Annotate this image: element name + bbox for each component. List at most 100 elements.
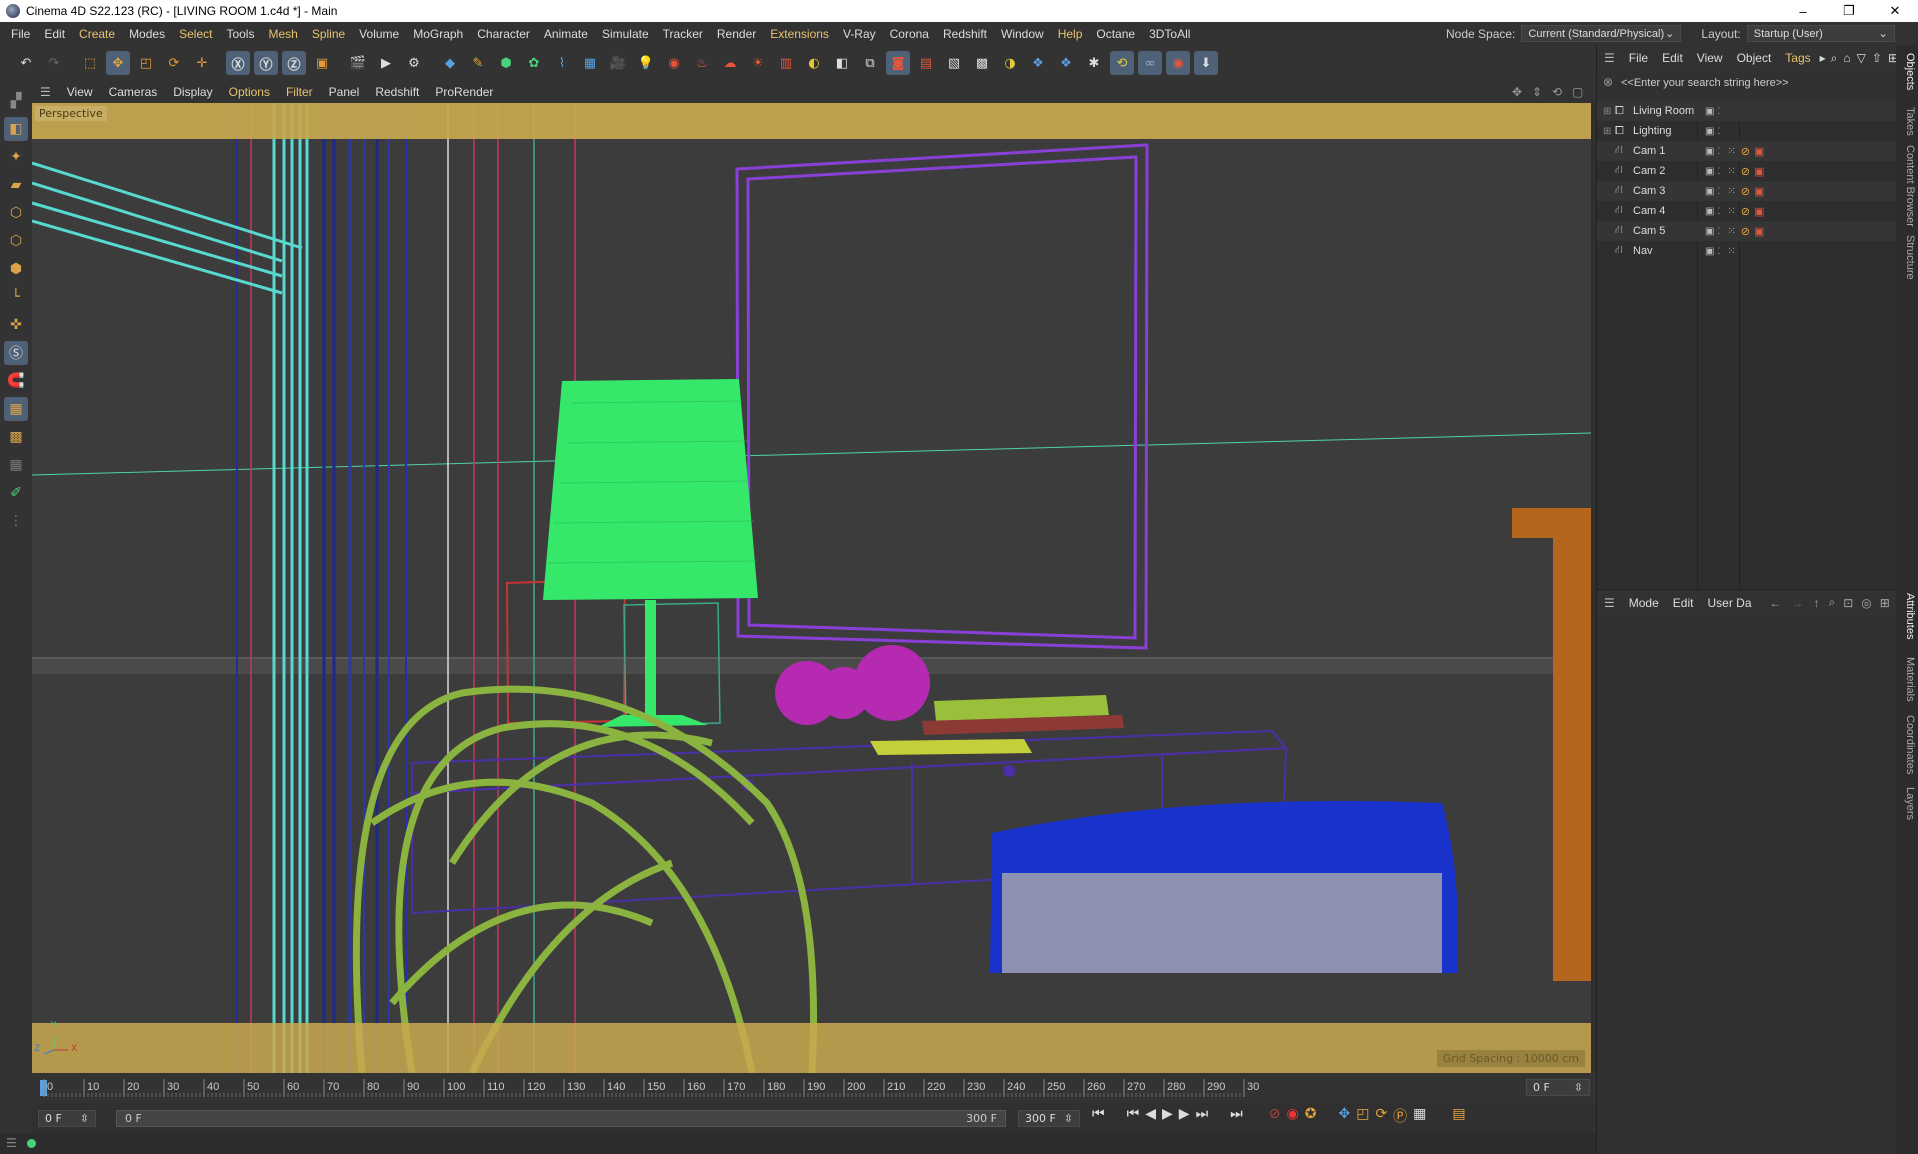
texture-mode-icon[interactable]: ✦ [4,145,28,169]
object-row[interactable]: ⛙ Cam 5 ▣ ⁚ ⁙ ⊘ ▣ [1597,221,1897,241]
cloner-icon[interactable]: ✿ [522,51,546,75]
visibility-dots-icon[interactable]: ⁚ [1717,107,1720,116]
object-name[interactable]: Cam 1 [1633,145,1699,157]
menu-window[interactable]: Window [994,27,1051,41]
pen-spline-icon[interactable]: ✎ [466,51,490,75]
menu-tracker[interactable]: Tracker [656,27,710,41]
next-frame-icon[interactable]: ▶ [1179,1106,1190,1126]
render-settings-icon[interactable]: ⚙ [402,51,426,75]
max-frame-field[interactable]: 300 F ⇳ [1018,1110,1080,1127]
protection-tag-icon[interactable]: ⊘ [1741,225,1750,238]
object-search-input[interactable] [1621,77,1861,89]
expand-icon[interactable]: ⊞ [1603,106,1611,117]
viewport-menu-prorender[interactable]: ProRender [427,85,501,99]
object-name[interactable]: Cam 4 [1633,205,1699,217]
goto-end-icon[interactable]: ⏭ [1230,1106,1243,1126]
attributes-menu-edit[interactable]: Edit [1666,596,1701,610]
layer-icon[interactable]: ▣ [1705,206,1714,217]
object-name[interactable]: Cam 3 [1633,185,1699,197]
viewport-menu-filter[interactable]: Filter [278,85,321,99]
search-icon[interactable]: ⌕ [1828,51,1841,66]
object-row[interactable]: ⛙ Cam 1 ▣ ⁚ ⁙ ⊘ ▣ [1597,141,1897,161]
polygons-mode-icon[interactable]: ⬢ [4,257,28,281]
record-plugin-icon[interactable]: ◉ [1166,51,1190,75]
grid-icon[interactable]: ▦ [4,453,28,477]
tweak-mode-icon[interactable]: ✜ [4,313,28,337]
viewport-rotate-icon[interactable]: ⟲ [1552,85,1562,99]
redshift-sky-icon[interactable]: ☁ [718,51,742,75]
frame-range-slider[interactable]: 0 F 300 F [116,1110,1006,1127]
tab-content-browser[interactable]: Content Browser [1898,145,1916,227]
layer-icon[interactable]: ▣ [1705,246,1714,257]
back-arrow-icon[interactable]: ← [1765,596,1787,610]
object-row[interactable]: ⊞ ⧠ Living Room ▣ ⁚ [1597,101,1897,121]
minimize-button[interactable]: – [1780,0,1826,22]
viewport-move-icon[interactable]: ✥ [1512,85,1522,99]
recent-tools-icon[interactable]: ✛ [190,51,214,75]
target-tag-icon[interactable]: ⁙ [1727,226,1735,237]
target-icon[interactable]: ◎ [1857,596,1875,610]
scale-tool-icon[interactable]: ◰ [134,51,158,75]
close-button[interactable]: ✕ [1872,0,1918,22]
visibility-dots-icon[interactable]: ⁚ [1717,127,1720,136]
floor-icon[interactable]: ▦ [578,51,602,75]
protection-tag-icon[interactable]: ⊘ [1741,185,1750,198]
menu-select[interactable]: Select [172,27,219,41]
home-icon[interactable]: ⌂ [1840,51,1853,65]
menu-create[interactable]: Create [72,27,122,41]
model-mode-icon[interactable]: ◧ [4,117,28,141]
viewport-zoom-icon[interactable]: ⇕ [1532,85,1542,99]
target-tag-icon[interactable]: ⁙ [1727,146,1735,157]
viewport-menu-cameras[interactable]: Cameras [101,85,166,99]
redshift-camera-tag-icon[interactable]: ▣ [1754,225,1764,238]
menu-vray[interactable]: V-Ray [836,27,883,41]
redshift-aov-icon[interactable]: ▤ [914,51,938,75]
attributes-menu-mode[interactable]: Mode [1622,596,1666,610]
menu-tools[interactable]: Tools [219,27,261,41]
attributes-menu-user-data[interactable]: User Da [1700,596,1758,610]
layer-icon[interactable]: ▣ [1705,146,1714,157]
y-axis-lock-icon[interactable]: Ⓨ [254,51,278,75]
layer-icon[interactable]: ▣ [1705,166,1714,177]
expand-icon[interactable]: ⊞ [1603,126,1611,137]
viewport-menu-panel[interactable]: Panel [321,85,368,99]
layer-icon[interactable]: ▣ [1705,186,1714,197]
viewport-menu-redshift[interactable]: Redshift [367,85,427,99]
undo-icon[interactable]: ↶ [14,51,38,75]
timeline-ruler[interactable]: 0 10 20 30 40 50 60 70 80 90 100 110 120 130 140 150 160… [32,1073,1596,1103]
render-view-icon[interactable]: 🎬 [346,51,370,75]
auto-key-icon[interactable]: ◉ [1287,1106,1299,1126]
viewport-menu-options[interactable]: Options [221,85,278,99]
tab-materials[interactable]: Materials [1898,657,1916,702]
previous-frame-icon[interactable]: ◀ [1145,1106,1156,1126]
menu-octane[interactable]: Octane [1089,27,1142,41]
keyframe-selection-icon[interactable]: ✪ [1305,1106,1317,1126]
visibility-dots-icon[interactable]: ⁚ [1717,147,1720,156]
workplane-icon[interactable]: ▰ [4,173,28,197]
menu-mograph[interactable]: MoGraph [406,27,470,41]
link-icon[interactable]: ∞ [1138,51,1162,75]
redshift-ipr-icon[interactable]: ◙ [886,51,910,75]
redshift-proxy-icon[interactable]: ⧉ [858,51,882,75]
menu-simulate[interactable]: Simulate [595,27,656,41]
tab-takes[interactable]: Takes [1898,107,1916,136]
visibility-dots-icon[interactable]: ⁚ [1717,247,1720,256]
visibility-dots-icon[interactable]: ⁚ [1717,207,1720,216]
camera-icon[interactable]: 🎥 [606,51,630,75]
objects-menu-tags[interactable]: Tags [1778,51,1817,65]
key-pla-icon[interactable]: ▦ [1413,1106,1426,1126]
points-mode-icon[interactable]: ⬡ [4,201,28,225]
edges-mode-icon[interactable]: ⬡ [4,229,28,253]
search-icon[interactable]: ⌕ [1825,595,1840,610]
filter-icon[interactable]: ▽ [1854,51,1869,65]
up-arrow-icon[interactable]: ↑ [1809,596,1825,610]
tab-structure[interactable]: Structure [1898,235,1916,280]
object-row[interactable]: ⊞ ⧠ Lighting ▣ ⁚ [1597,121,1897,141]
redshift-snapshot-icon[interactable]: ▧ [942,51,966,75]
perspective-viewport[interactable]: Perspective Y Z X Grid Spacing : 10000 c… [32,103,1591,1073]
objects-menu-view[interactable]: View [1690,51,1730,65]
menu-animate[interactable]: Animate [537,27,595,41]
rotate-tool-icon[interactable]: ⟳ [162,51,186,75]
sculpt-icon[interactable]: ✐ [4,481,28,505]
min-frame-field[interactable]: 0 F ⇳ [38,1110,96,1127]
